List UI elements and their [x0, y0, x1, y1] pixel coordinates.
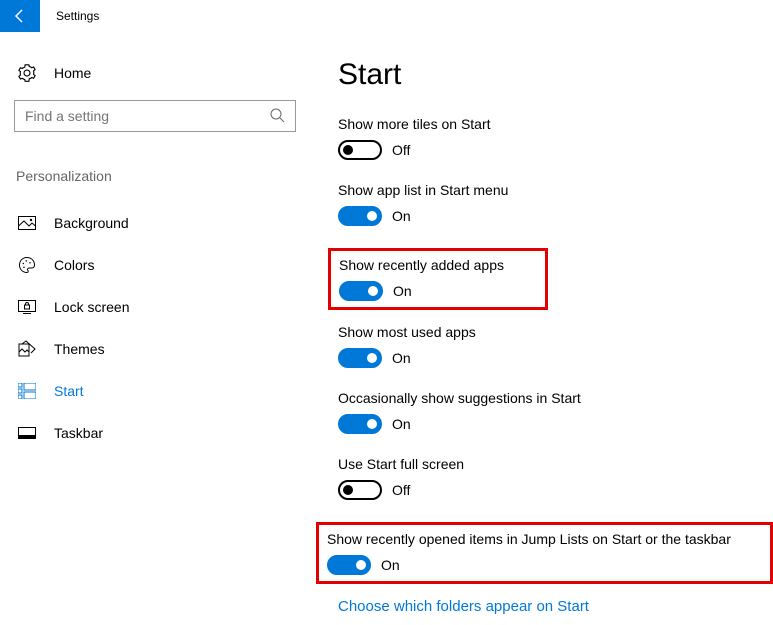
setting-recently-added: Show recently added apps On	[339, 257, 537, 301]
arrow-left-icon	[12, 8, 28, 24]
toggle-app-list[interactable]	[338, 206, 382, 226]
home-label: Home	[54, 65, 91, 81]
setting-label: Show recently added apps	[339, 257, 537, 273]
search-box[interactable]	[14, 100, 296, 132]
sidebar-item-label: Start	[54, 383, 84, 399]
main-content: Start Show more tiles on Start Off Show …	[310, 58, 773, 615]
toggle-state: On	[393, 283, 412, 299]
toggle-more-tiles[interactable]	[338, 140, 382, 160]
setting-suggestions: Occasionally show suggestions in Start O…	[338, 390, 765, 434]
section-label: Personalization	[14, 168, 296, 184]
setting-label: Use Start full screen	[338, 456, 765, 472]
highlight-recently-added: Show recently added apps On	[328, 248, 548, 310]
toggle-recently-added[interactable]	[339, 281, 383, 301]
start-icon	[18, 382, 36, 400]
setting-label: Show most used apps	[338, 324, 765, 340]
setting-label: Show app list in Start menu	[338, 182, 765, 198]
sidebar-item-start[interactable]: Start	[14, 370, 296, 412]
sidebar-item-label: Themes	[54, 341, 105, 357]
palette-icon	[18, 256, 36, 274]
setting-most-used: Show most used apps On	[338, 324, 765, 368]
sidebar-item-lock-screen[interactable]: Lock screen	[14, 286, 296, 328]
toggle-state: On	[381, 557, 400, 573]
setting-label: Show more tiles on Start	[338, 116, 765, 132]
toggle-full-screen[interactable]	[338, 480, 382, 500]
toggle-jump-lists[interactable]	[327, 555, 371, 575]
themes-icon	[18, 340, 36, 358]
setting-label: Show recently opened items in Jump Lists…	[327, 531, 762, 547]
sidebar-item-label: Taskbar	[54, 425, 103, 441]
search-icon	[269, 107, 285, 126]
sidebar: Home Personalization Background Colors	[0, 58, 310, 615]
search-input[interactable]	[25, 108, 269, 124]
sidebar-item-taskbar[interactable]: Taskbar	[14, 412, 296, 454]
highlight-jump-lists: Show recently opened items in Jump Lists…	[316, 522, 773, 584]
setting-more-tiles: Show more tiles on Start Off	[338, 116, 765, 160]
setting-full-screen: Use Start full screen Off	[338, 456, 765, 500]
home-button[interactable]: Home	[14, 58, 296, 100]
setting-app-list: Show app list in Start menu On	[338, 182, 765, 226]
back-button[interactable]	[0, 0, 40, 32]
sidebar-item-label: Lock screen	[54, 299, 129, 315]
setting-label: Occasionally show suggestions in Start	[338, 390, 765, 406]
toggle-state: On	[392, 416, 411, 432]
sidebar-item-label: Background	[54, 215, 129, 231]
choose-folders-link[interactable]: Choose which folders appear on Start	[338, 598, 765, 615]
toggle-suggestions[interactable]	[338, 414, 382, 434]
sidebar-item-label: Colors	[54, 257, 94, 273]
sidebar-item-colors[interactable]: Colors	[14, 244, 296, 286]
gear-icon	[18, 64, 36, 82]
window-title: Settings	[56, 9, 99, 23]
toggle-most-used[interactable]	[338, 348, 382, 368]
image-icon	[18, 214, 36, 232]
sidebar-item-themes[interactable]: Themes	[14, 328, 296, 370]
toggle-state: On	[392, 208, 411, 224]
setting-jump-lists: Show recently opened items in Jump Lists…	[327, 531, 762, 575]
sidebar-item-background[interactable]: Background	[14, 202, 296, 244]
lock-screen-icon	[18, 298, 36, 316]
toggle-state: On	[392, 350, 411, 366]
toggle-state: Off	[392, 482, 410, 498]
titlebar: Settings	[0, 0, 773, 32]
taskbar-icon	[18, 424, 36, 442]
toggle-state: Off	[392, 142, 410, 158]
page-title: Start	[338, 58, 765, 92]
